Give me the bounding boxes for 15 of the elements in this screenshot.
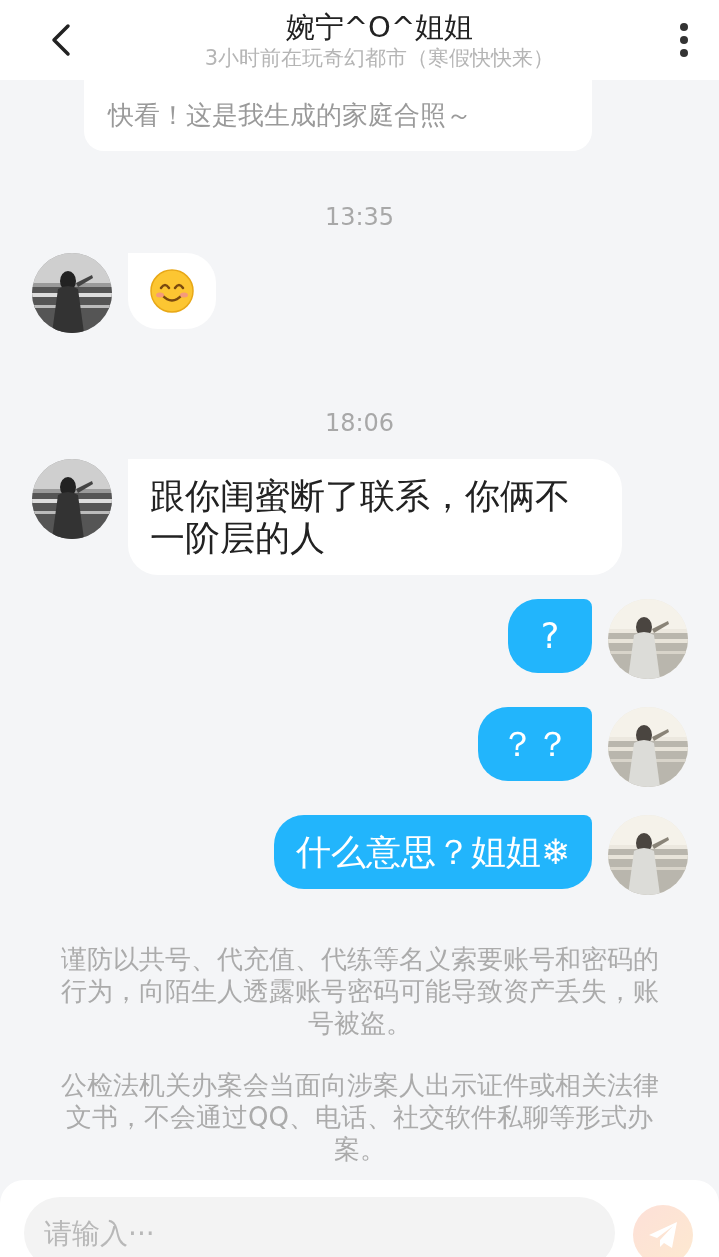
more-icon[interactable] [679, 22, 689, 58]
chat-title: 婉宁^O^姐姐 [285, 9, 474, 45]
message-bubble: ? [508, 599, 592, 673]
message-bubble: 什么意思？姐姐❄ [273, 815, 592, 889]
timestamp: 13:35 [324, 203, 395, 231]
timestamp: 18:06 [324, 409, 395, 437]
message-input[interactable]: 请输入··· [24, 1197, 615, 1257]
paper-plane-icon [647, 1219, 679, 1251]
safety-notice: 谨防以共号、代充值、代练等名义索要账号和密码的行为，向陌生人透露账号密码可能导致资产丢失，账号被盗。 [60, 943, 659, 1039]
safety-notice: 公检法机关办案会当面向涉案人出示证件或相关法律文书，不会通过QQ、电话、社交软件私聊等形式办案。 [60, 1069, 659, 1165]
message-bubble: 跟你闺蜜断了联系，你俩不一阶层的人 [128, 459, 622, 575]
status-text: 3小时前在玩奇幻都市（寒假快快来） [204, 45, 555, 71]
message-bubble: ？？ [478, 707, 592, 781]
smiling-face-icon [150, 269, 194, 313]
shared-card[interactable]: 快看！这是我生成的家庭合照～ [84, 80, 592, 151]
